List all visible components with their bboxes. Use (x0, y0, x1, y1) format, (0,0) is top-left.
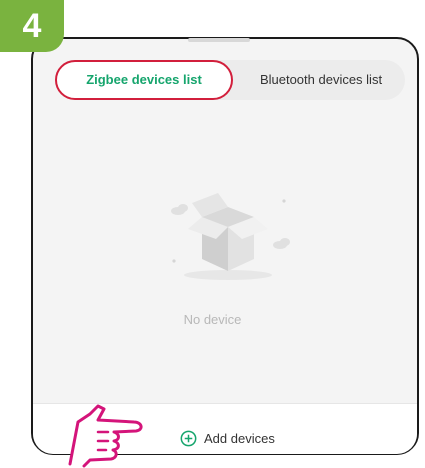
plus-circle-icon (180, 430, 197, 446)
step-number-badge: 4 (0, 0, 64, 52)
device-list-tabs: Zigbee devices list Bluetooth devices li… (55, 60, 405, 100)
empty-box-icon (171, 193, 290, 280)
pointing-hand-icon (68, 404, 143, 468)
top-drag-handle (188, 38, 250, 42)
tab-zigbee-devices[interactable]: Zigbee devices list (55, 60, 233, 100)
empty-state-text: No device (183, 312, 242, 327)
add-devices-button[interactable]: Add devices (180, 428, 275, 448)
add-devices-label: Add devices (204, 430, 275, 446)
tab-bluetooth-devices[interactable]: Bluetooth devices list (241, 60, 401, 100)
